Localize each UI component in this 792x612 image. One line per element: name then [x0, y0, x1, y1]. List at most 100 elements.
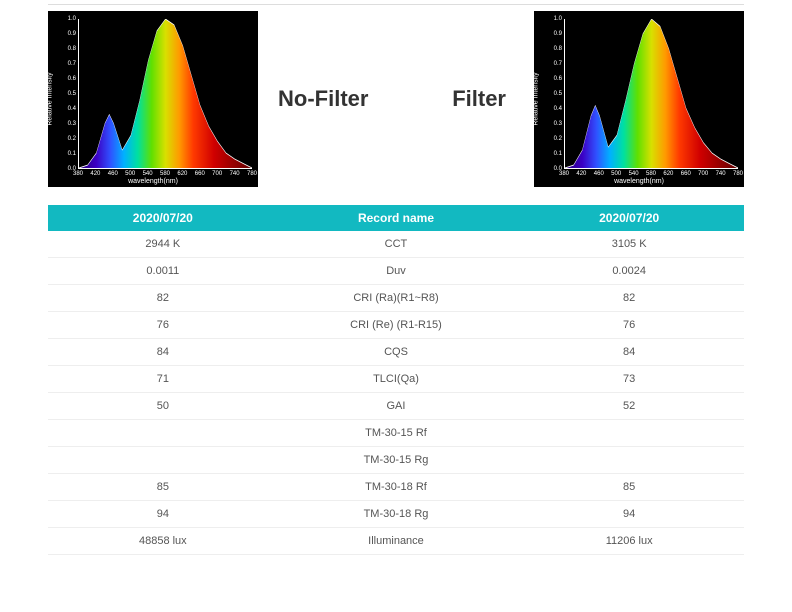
metric-name-cell: Duv: [278, 258, 515, 285]
x-tick: 540: [629, 171, 639, 177]
y-axis-label: Relative Intensity: [533, 72, 540, 125]
metric-value-cell: 73: [514, 366, 744, 393]
comparison-table: 2020/07/20 Record name 2020/07/20 2944 K…: [48, 205, 744, 555]
metric-value-cell: 50: [48, 393, 278, 420]
y-tick: 0.6: [554, 76, 562, 82]
table-row: 50GAI52: [48, 393, 744, 420]
metric-value-cell: 85: [514, 474, 744, 501]
x-tick: 380: [559, 171, 569, 177]
table-row: 82CRI (Ra)(R1~R8)82: [48, 285, 744, 312]
header-center: Record name: [278, 205, 515, 231]
table-row: 48858 luxIlluminance11206 lux: [48, 528, 744, 555]
x-tick: 740: [716, 171, 726, 177]
metric-value-cell: 84: [514, 339, 744, 366]
y-tick: 0.2: [554, 136, 562, 142]
x-tick: 460: [108, 171, 118, 177]
x-ticks: 380420460500540580620660700740780: [564, 171, 738, 181]
y-tick: 1.0: [68, 16, 76, 22]
x-tick: 780: [247, 171, 257, 177]
y-tick: 0.1: [68, 151, 76, 157]
y-ticks: 0.00.10.20.30.40.50.60.70.80.91.0: [542, 19, 562, 169]
metric-name-cell: TLCI(Qa): [278, 366, 515, 393]
metric-name-cell: TM-30-15 Rf: [278, 420, 515, 447]
table-row: TM-30-15 Rf: [48, 420, 744, 447]
metric-value-cell: 76: [514, 312, 744, 339]
table-row: TM-30-15 Rg: [48, 447, 744, 474]
metric-value-cell: 84: [48, 339, 278, 366]
plot-area: [564, 19, 738, 169]
metric-value-cell: 71: [48, 366, 278, 393]
table-row: 85TM-30-18 Rf85: [48, 474, 744, 501]
metric-value-cell: [48, 420, 278, 447]
x-tick: 500: [125, 171, 135, 177]
x-tick: 740: [230, 171, 240, 177]
x-tick: 420: [576, 171, 586, 177]
table-row: 84CQS84: [48, 339, 744, 366]
metric-value-cell: 11206 lux: [514, 528, 744, 555]
x-tick: 780: [733, 171, 743, 177]
x-tick: 500: [611, 171, 621, 177]
y-tick: 0.4: [554, 106, 562, 112]
metric-name-cell: CRI (Re) (R1-R15): [278, 312, 515, 339]
table-body: 2944 KCCT3105 K0.0011Duv0.002482CRI (Ra)…: [48, 231, 744, 555]
table-row: 76CRI (Re) (R1-R15)76: [48, 312, 744, 339]
metric-name-cell: CQS: [278, 339, 515, 366]
y-tick: 0.2: [68, 136, 76, 142]
header-left: 2020/07/20: [48, 205, 278, 231]
section-divider: [48, 4, 744, 5]
y-tick: 0.1: [554, 151, 562, 157]
x-tick: 700: [212, 171, 222, 177]
metric-value-cell: 48858 lux: [48, 528, 278, 555]
y-tick: 0.5: [554, 91, 562, 97]
metric-name-cell: CCT: [278, 231, 515, 258]
metric-value-cell: 0.0024: [514, 258, 744, 285]
metric-value-cell: 82: [48, 285, 278, 312]
metric-name-cell: TM-30-18 Rf: [278, 474, 515, 501]
x-tick: 580: [160, 171, 170, 177]
y-tick: 0.3: [68, 121, 76, 127]
y-tick: 0.6: [68, 76, 76, 82]
x-tick: 620: [663, 171, 673, 177]
x-tick: 620: [177, 171, 187, 177]
x-tick: 380: [73, 171, 83, 177]
metric-value-cell: 76: [48, 312, 278, 339]
y-tick: 0.3: [554, 121, 562, 127]
x-tick: 580: [646, 171, 656, 177]
metric-value-cell: [514, 447, 744, 474]
header-right: 2020/07/20: [514, 205, 744, 231]
y-tick: 0.5: [68, 91, 76, 97]
metric-value-cell: 94: [514, 501, 744, 528]
metric-value-cell: 85: [48, 474, 278, 501]
table-row: 0.0011Duv0.0024: [48, 258, 744, 285]
metric-value-cell: 52: [514, 393, 744, 420]
spd-chart-filter: Relative Intensity wavelength(nm) 0.00.1…: [534, 11, 744, 187]
metric-value-cell: 0.0011: [48, 258, 278, 285]
y-tick: 0.7: [554, 61, 562, 67]
table-header-row: 2020/07/20 Record name 2020/07/20: [48, 205, 744, 231]
table-row: 2944 KCCT3105 K: [48, 231, 744, 258]
y-ticks: 0.00.10.20.30.40.50.60.70.80.91.0: [56, 19, 76, 169]
metric-name-cell: GAI: [278, 393, 515, 420]
x-tick: 700: [698, 171, 708, 177]
chart-label-filter: Filter: [398, 86, 514, 112]
plot-area: [78, 19, 252, 169]
table-row: 94TM-30-18 Rg94: [48, 501, 744, 528]
y-tick: 1.0: [554, 16, 562, 22]
y-tick: 0.4: [68, 106, 76, 112]
y-tick: 0.8: [68, 46, 76, 52]
metric-name-cell: TM-30-15 Rg: [278, 447, 515, 474]
spd-chart-nofilter: Relative Intensity wavelength(nm) 0.00.1…: [48, 11, 258, 187]
metric-name-cell: TM-30-18 Rg: [278, 501, 515, 528]
y-tick: 0.7: [68, 61, 76, 67]
x-tick: 660: [195, 171, 205, 177]
metric-value-cell: 2944 K: [48, 231, 278, 258]
chart-label-nofilter: No-Filter: [278, 86, 378, 112]
x-tick: 460: [594, 171, 604, 177]
table-row: 71TLCI(Qa)73: [48, 366, 744, 393]
y-tick: 0.9: [68, 31, 76, 37]
x-tick: 540: [143, 171, 153, 177]
x-tick: 420: [90, 171, 100, 177]
x-ticks: 380420460500540580620660700740780: [78, 171, 252, 181]
metric-value-cell: [48, 447, 278, 474]
metric-name-cell: Illuminance: [278, 528, 515, 555]
